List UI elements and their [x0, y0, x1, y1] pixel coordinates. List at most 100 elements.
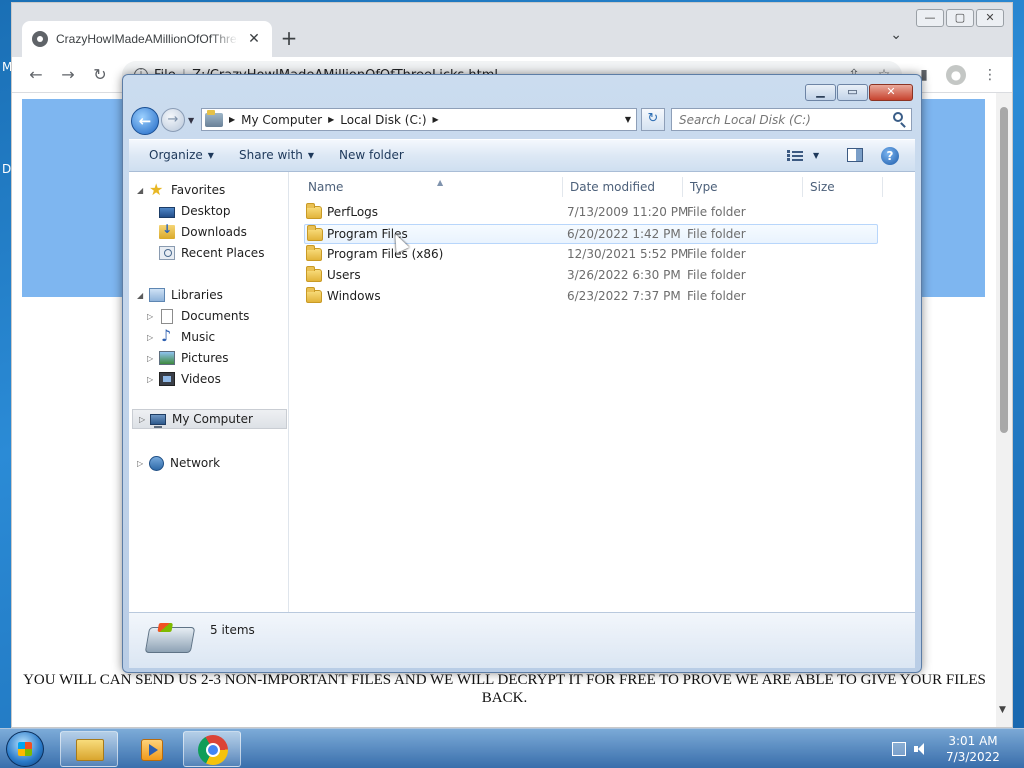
reload-button[interactable]: ↻ [88, 63, 112, 87]
new-folder-button[interactable]: New folder [339, 148, 404, 162]
nav-desktop[interactable]: Desktop [159, 201, 231, 221]
sort-ascending-icon: ▲ [437, 178, 444, 187]
network-tray-icon[interactable] [892, 742, 906, 756]
forward-arrow-icon[interactable]: → [161, 108, 185, 132]
documents-icon [161, 308, 173, 324]
drive-icon [205, 109, 223, 127]
back-arrow-icon[interactable]: ← [131, 107, 159, 135]
help-icon[interactable]: ? [881, 147, 899, 165]
music-note-icon [159, 326, 175, 345]
nav-recent-places[interactable]: Recent Places [159, 243, 264, 263]
details-pane: 5 items [129, 612, 915, 668]
nav-favorites-label: Favorites [171, 183, 226, 197]
expanded-triangle-icon[interactable]: ◢ [137, 291, 143, 300]
collapsed-triangle-icon[interactable]: ▷ [139, 415, 145, 424]
video-film-icon [159, 372, 175, 386]
close-button[interactable]: ✕ [869, 84, 913, 101]
close-button[interactable]: ✕ [976, 9, 1004, 27]
file-row[interactable]: Users 3/26/2022 6:30 PM File folder [304, 266, 878, 286]
breadcrumb-my-computer[interactable]: My Computer [241, 113, 322, 127]
column-header-date-modified[interactable]: Date modified [563, 177, 683, 197]
taskbar-chrome-button[interactable] [183, 731, 241, 767]
local-disk-drive-icon [144, 627, 196, 653]
address-dropdown-icon[interactable]: ▼ [620, 109, 636, 130]
collapsed-triangle-icon[interactable]: ▷ [137, 459, 143, 468]
search-input[interactable] [671, 108, 912, 131]
breadcrumb-local-disk[interactable]: Local Disk (C:) [340, 113, 426, 127]
breadcrumb-arrow-icon[interactable]: ▶ [433, 115, 439, 124]
profile-avatar[interactable]: ● [946, 65, 966, 85]
collapsed-triangle-icon[interactable]: ▷ [147, 312, 153, 321]
explorer-content: ◢ Favorites Desktop Downloads Recent Pla… [129, 172, 915, 612]
nav-pictures-label: Pictures [181, 351, 229, 365]
minimize-button[interactable]: — [916, 9, 944, 27]
nav-documents[interactable]: ▷ Documents [147, 306, 249, 326]
maximize-button[interactable]: ▭ [837, 84, 868, 101]
file-date: 3/26/2022 6:30 PM [567, 268, 681, 282]
nav-libraries[interactable]: ◢ Libraries [137, 285, 223, 305]
back-button[interactable]: ← [24, 63, 48, 87]
recent-pages-dropdown-icon[interactable]: ▼ [188, 116, 194, 125]
collapsed-triangle-icon[interactable]: ▷ [147, 354, 153, 363]
file-row[interactable]: Windows 6/23/2022 7:37 PM File folder [304, 287, 878, 307]
share-with-button[interactable]: Share with ▼ [239, 148, 314, 162]
breadcrumb-arrow-icon[interactable]: ▶ [229, 115, 235, 124]
collapsed-triangle-icon[interactable]: ▷ [147, 333, 153, 342]
downloads-folder-icon [159, 222, 175, 239]
desktop-icon-label: D [2, 162, 12, 176]
folder-icon [306, 245, 322, 261]
nav-my-computer-label: My Computer [172, 412, 253, 426]
nav-pictures[interactable]: ▷ Pictures [147, 348, 229, 368]
nav-downloads[interactable]: Downloads [159, 222, 247, 242]
file-name: PerfLogs [327, 205, 379, 219]
page-scrollbar[interactable]: ▼ [996, 93, 1012, 727]
column-header-type[interactable]: Type [683, 177, 803, 197]
preview-pane-icon[interactable] [847, 148, 863, 162]
collapsed-triangle-icon[interactable]: ▷ [147, 375, 153, 384]
scroll-down-arrow-icon[interactable]: ▼ [999, 705, 1006, 715]
clock-date: 7/3/2022 [946, 750, 1000, 764]
column-header-size[interactable]: Size [803, 177, 883, 197]
taskbar-media-player-button[interactable] [122, 731, 180, 767]
menu-kebab-icon[interactable]: ⋮ [978, 63, 1002, 87]
file-name: Program Files (x86) [327, 247, 444, 261]
column-header-name[interactable]: Name ▲ [301, 177, 563, 197]
nav-my-computer[interactable]: ▷ My Computer [132, 409, 287, 429]
expanded-triangle-icon[interactable]: ◢ [137, 186, 143, 195]
file-name: Windows [327, 289, 381, 303]
minimize-button[interactable]: ▁ [805, 84, 836, 101]
start-button[interactable] [6, 731, 44, 767]
browser-window-controls: — ▢ ✕ [916, 9, 1004, 27]
system-clock[interactable]: 3:01 AM 7/3/2022 [940, 733, 1006, 765]
nav-network[interactable]: ▷ Network [137, 453, 220, 473]
forward-button[interactable]: → [56, 63, 80, 87]
address-bar[interactable]: ▶ My Computer ▶ Local Disk (C:) ▶ ▼ [201, 108, 637, 131]
new-tab-button[interactable]: + [276, 25, 302, 51]
nav-videos[interactable]: ▷ Videos [147, 369, 221, 389]
volume-tray-icon[interactable] [914, 742, 928, 756]
view-options-dropdown-icon[interactable]: ▼ [813, 151, 819, 160]
file-row[interactable]: Program Files (x86) 12/30/2021 5:52 PM F… [304, 245, 878, 265]
close-tab-icon[interactable]: ✕ [246, 31, 262, 47]
search-icon[interactable] [893, 112, 903, 122]
tab-strip: CrazyHowIMadeAMillionOfOfThreeLicks ✕ + … [12, 3, 1012, 57]
maximize-button[interactable]: ▢ [946, 9, 974, 27]
taskbar-explorer-button[interactable] [60, 731, 118, 767]
folder-icon [306, 266, 322, 282]
item-count: 5 items [210, 623, 255, 637]
folder-icon [306, 203, 322, 219]
browser-tab[interactable]: CrazyHowIMadeAMillionOfOfThreeLicks ✕ [22, 21, 272, 57]
change-view-icon[interactable] [787, 149, 803, 163]
nav-music[interactable]: ▷ Music [147, 326, 216, 347]
file-list: Name ▲ Date modified Type Size PerfLogs … [290, 172, 915, 612]
file-type: File folder [687, 227, 746, 241]
tab-search-icon[interactable]: ⌄ [890, 27, 902, 43]
file-row[interactable]: PerfLogs 7/13/2009 11:20 PM File folder [304, 203, 878, 223]
refresh-button[interactable]: ↻ [641, 108, 665, 131]
organize-button[interactable]: Organize ▼ [149, 148, 214, 162]
clock-time: 3:01 AM [948, 734, 998, 748]
nav-favorites[interactable]: ◢ Favorites [137, 180, 226, 200]
scrollbar-thumb[interactable] [1000, 107, 1008, 433]
nav-music-label: Music [181, 330, 216, 344]
breadcrumb-arrow-icon[interactable]: ▶ [328, 115, 334, 124]
